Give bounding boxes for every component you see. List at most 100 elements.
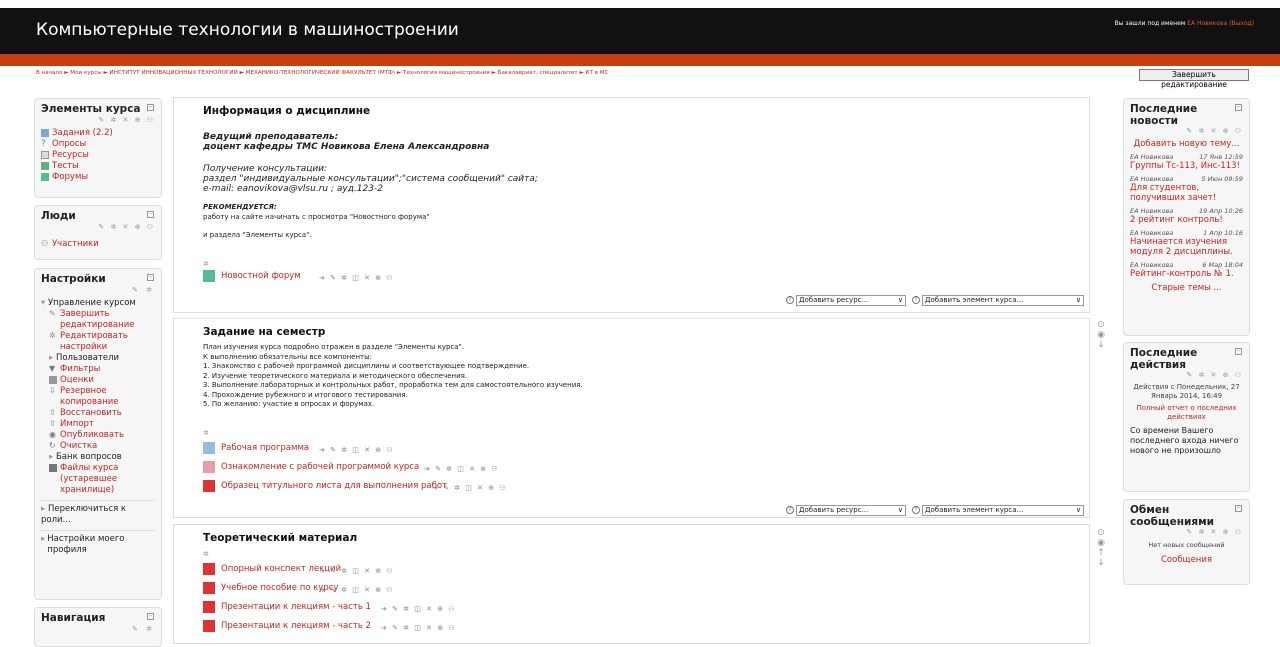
help-icon[interactable]: ? <box>786 506 794 514</box>
news-item[interactable]: 2 рейтинг контроль! <box>1130 215 1243 225</box>
switch-role-node[interactable]: ▸ Переключиться к роли... <box>41 500 155 526</box>
collapse-icon[interactable]: – <box>1235 104 1242 111</box>
news-date: 5 Июн 09:59 <box>1201 175 1243 183</box>
add-activity-select[interactable]: Добавить элемент курса... ∨ <box>922 295 1084 306</box>
resource-work-program[interactable]: Рабочая программа <box>203 442 309 454</box>
resource-actions[interactable]: ➔ ✎ ✲ ◫ ✕ ⊕ ⚇ <box>319 567 394 575</box>
teacher-heading: Ведущий преподаватель: <box>203 132 339 142</box>
block-controls[interactable]: ✎ ✲ ✕ ⊕ ⚇ <box>1130 127 1243 135</box>
settings-item-finish-edit[interactable]: ✎ Завершить редактирование <box>49 309 155 331</box>
elements-item-assignments[interactable]: Задания (2.2) <box>41 128 155 139</box>
label: Завершить редактирование <box>60 309 135 330</box>
block-controls[interactable]: ✎ ✲ ✕ ⊕ ⚇ <box>41 223 155 231</box>
settings-item-reset[interactable]: ↻ Очистка <box>49 441 155 452</box>
elements-item-tests[interactable]: Тесты <box>41 161 155 172</box>
finish-editing-button[interactable]: Завершить редактирование <box>1139 69 1249 89</box>
add-topic-link[interactable]: Добавить новую тему... <box>1130 139 1243 149</box>
resource-actions[interactable]: ➔ ✎ ✲ ◫ ✕ ⊕ ⚇ <box>381 624 456 632</box>
resource-actions[interactable]: ➔ ✎ ✲ ◫ ✕ ⊕ ⚇ <box>432 484 507 492</box>
news-meta: ЕА Новикова 19 Апр 10:26 <box>1130 207 1243 215</box>
collapse-icon[interactable]: – <box>1235 348 1242 355</box>
settings-item-publish[interactable]: ◉ Опубликовать <box>49 430 155 441</box>
email-line[interactable]: e-mail: eanovikova@vlsu.ru ; ауд.123-2 <box>203 184 538 194</box>
recommend-text-2: и раздела "Элементы курса". <box>203 231 312 239</box>
resource-actions[interactable]: ➔ ✎ ✲ ◫ ✕ ⊕ ⚇ <box>319 586 394 594</box>
settings-item-backup[interactable]: ⇩ Резервное копирование <box>49 386 155 408</box>
collapse-icon[interactable]: – <box>147 211 154 218</box>
label: Очистка <box>60 441 98 451</box>
label: Оценки <box>60 375 94 385</box>
collapse-icon[interactable]: – <box>147 274 154 281</box>
section-side-controls[interactable]: ⊙ ◉ ↑ ↓ <box>1096 528 1106 568</box>
participants-link[interactable]: ⚇ Участники <box>41 239 155 250</box>
manage-course-node[interactable]: ▾ Управление курсом <box>41 298 155 309</box>
resource-slides-1[interactable]: Презентации к лекциям - часть 1 <box>203 601 371 613</box>
task-line: 4. Прохождение рубежного и итогового тес… <box>203 390 408 399</box>
resource-program-review[interactable]: Ознакомление с рабочей программой курса <box>203 461 419 473</box>
site-title[interactable]: Компьютерные технологии в машиностроении <box>36 20 459 40</box>
profile-settings-node[interactable]: ▸ Настройки моего профиля <box>41 530 155 556</box>
section-title: Информация о дисциплине <box>203 105 371 117</box>
gear-icon[interactable]: ✲ <box>203 550 209 558</box>
resource-title-page-sample[interactable]: Образец титульного листа для выполнения … <box>203 480 447 492</box>
resource-actions[interactable]: ➔ ✎ ✲ ◫ ✕ ⊕ ⚇ <box>319 274 394 282</box>
logout-link[interactable]: (Выход) <box>1229 20 1254 27</box>
collapsed-icon: ▸ <box>49 353 56 363</box>
settings-item-question-bank[interactable]: ▸ Банк вопросов <box>49 452 155 463</box>
collapse-icon[interactable]: – <box>147 613 154 620</box>
resource-actions[interactable]: ➔ ✎ ✲ ◫ ✕ ⊕ ⚇ <box>381 605 456 613</box>
no-messages-text: Нет новых сообщений <box>1148 541 1225 549</box>
label: Презентации к лекциям - часть 2 <box>221 621 371 631</box>
news-item[interactable]: Для студентов, получивших зачет! <box>1130 183 1243 203</box>
label: Файлы курса (устаревшее хранилище) <box>60 463 119 495</box>
elements-item-resources[interactable]: Ресурсы <box>41 150 155 161</box>
label: Ознакомление с рабочей программой курса <box>221 462 420 472</box>
file-icon <box>41 151 49 159</box>
add-activity-select[interactable]: Добавить элемент курса... ∨ <box>922 505 1084 516</box>
messages-link[interactable]: Сообщения <box>1130 555 1243 565</box>
older-topics-link[interactable]: Старые темы ... <box>1130 283 1243 293</box>
settings-item-edit-settings[interactable]: ✲ Редактировать настройки <box>49 331 155 353</box>
block-controls[interactable]: ✎ ✲ ✕ ⊕ ⚇ <box>1130 371 1243 379</box>
filter-icon: ▼ <box>49 364 56 373</box>
section-side-controls[interactable]: ⊙ ◉ ↓ <box>1096 320 1106 350</box>
resource-news-forum[interactable]: Новостной форум <box>203 270 301 282</box>
task-line: 5. По желанию: участие в опросах и форум… <box>203 400 375 408</box>
elements-item-polls[interactable]: ? Опросы <box>41 139 155 150</box>
consult-line: раздел "индивидуальные консультации";"си… <box>203 174 538 184</box>
elements-item-forums[interactable]: Форумы <box>41 172 155 183</box>
resource-slides-2[interactable]: Презентации к лекциям - часть 2 <box>203 620 371 632</box>
help-icon[interactable]: ? <box>912 506 920 514</box>
help-icon[interactable]: ? <box>912 296 920 304</box>
settings-item-restore[interactable]: ⇧ Восстановить <box>49 408 155 419</box>
full-report-link[interactable]: Полный отчет о последних действиях <box>1130 404 1243 422</box>
collapse-icon[interactable]: – <box>1235 505 1242 512</box>
choice-icon <box>203 461 215 473</box>
block-controls[interactable]: ✎ ✲ <box>41 286 155 294</box>
settings-item-filters[interactable]: ▼ Фильтры <box>49 364 155 375</box>
help-icon[interactable]: ? <box>786 296 794 304</box>
news-item[interactable]: Группы Тс-113, Инс-113! <box>1130 161 1243 171</box>
breadcrumb[interactable]: В начало ► Мои курсы ► ИНСТИТУТ ИННОВАЦИ… <box>36 70 609 76</box>
settings-item-users[interactable]: ▸ Пользователи <box>49 353 155 364</box>
news-item[interactable]: Начинается изучения модуля 2 дисциплины. <box>1130 237 1243 257</box>
resource-actions[interactable]: ➔ ✎ ✲ ◫ ✕ ⊕ ⚇ <box>424 465 499 473</box>
resource-actions[interactable]: ➔ ✎ ✲ ◫ ✕ ⊕ ⚇ <box>319 446 394 454</box>
user-link[interactable]: ЕА Новикова <box>1187 20 1227 27</box>
add-resource-select[interactable]: Добавить ресурс... ∨ <box>796 505 906 516</box>
settings-item-course-files[interactable]: Файлы курса (устаревшее хранилище) <box>49 463 155 496</box>
label: Восстановить <box>60 408 122 418</box>
news-item[interactable]: Рейтинг-контроль № 1. <box>1130 269 1243 279</box>
gear-icon[interactable]: ✲ <box>203 429 209 437</box>
collapsed-icon: ▸ <box>49 452 56 462</box>
settings-item-import[interactable]: ⇧ Импорт <box>49 419 155 430</box>
label: Резервное копирование <box>60 386 119 407</box>
collapse-icon[interactable]: – <box>147 104 154 111</box>
settings-item-grades[interactable]: Оценки <box>49 375 155 386</box>
question-icon: ? <box>41 139 46 149</box>
add-resource-select[interactable]: Добавить ресурс... ∨ <box>796 295 906 306</box>
block-controls[interactable]: ✎ ✲ ✕ ⊕ ⚇ <box>41 116 155 124</box>
chevron-down-icon: ∨ <box>897 506 903 514</box>
gear-icon[interactable]: ✲ <box>203 260 209 268</box>
block-controls[interactable]: ✎ ✲ ✕ ⊕ ⚇ <box>1130 528 1243 536</box>
